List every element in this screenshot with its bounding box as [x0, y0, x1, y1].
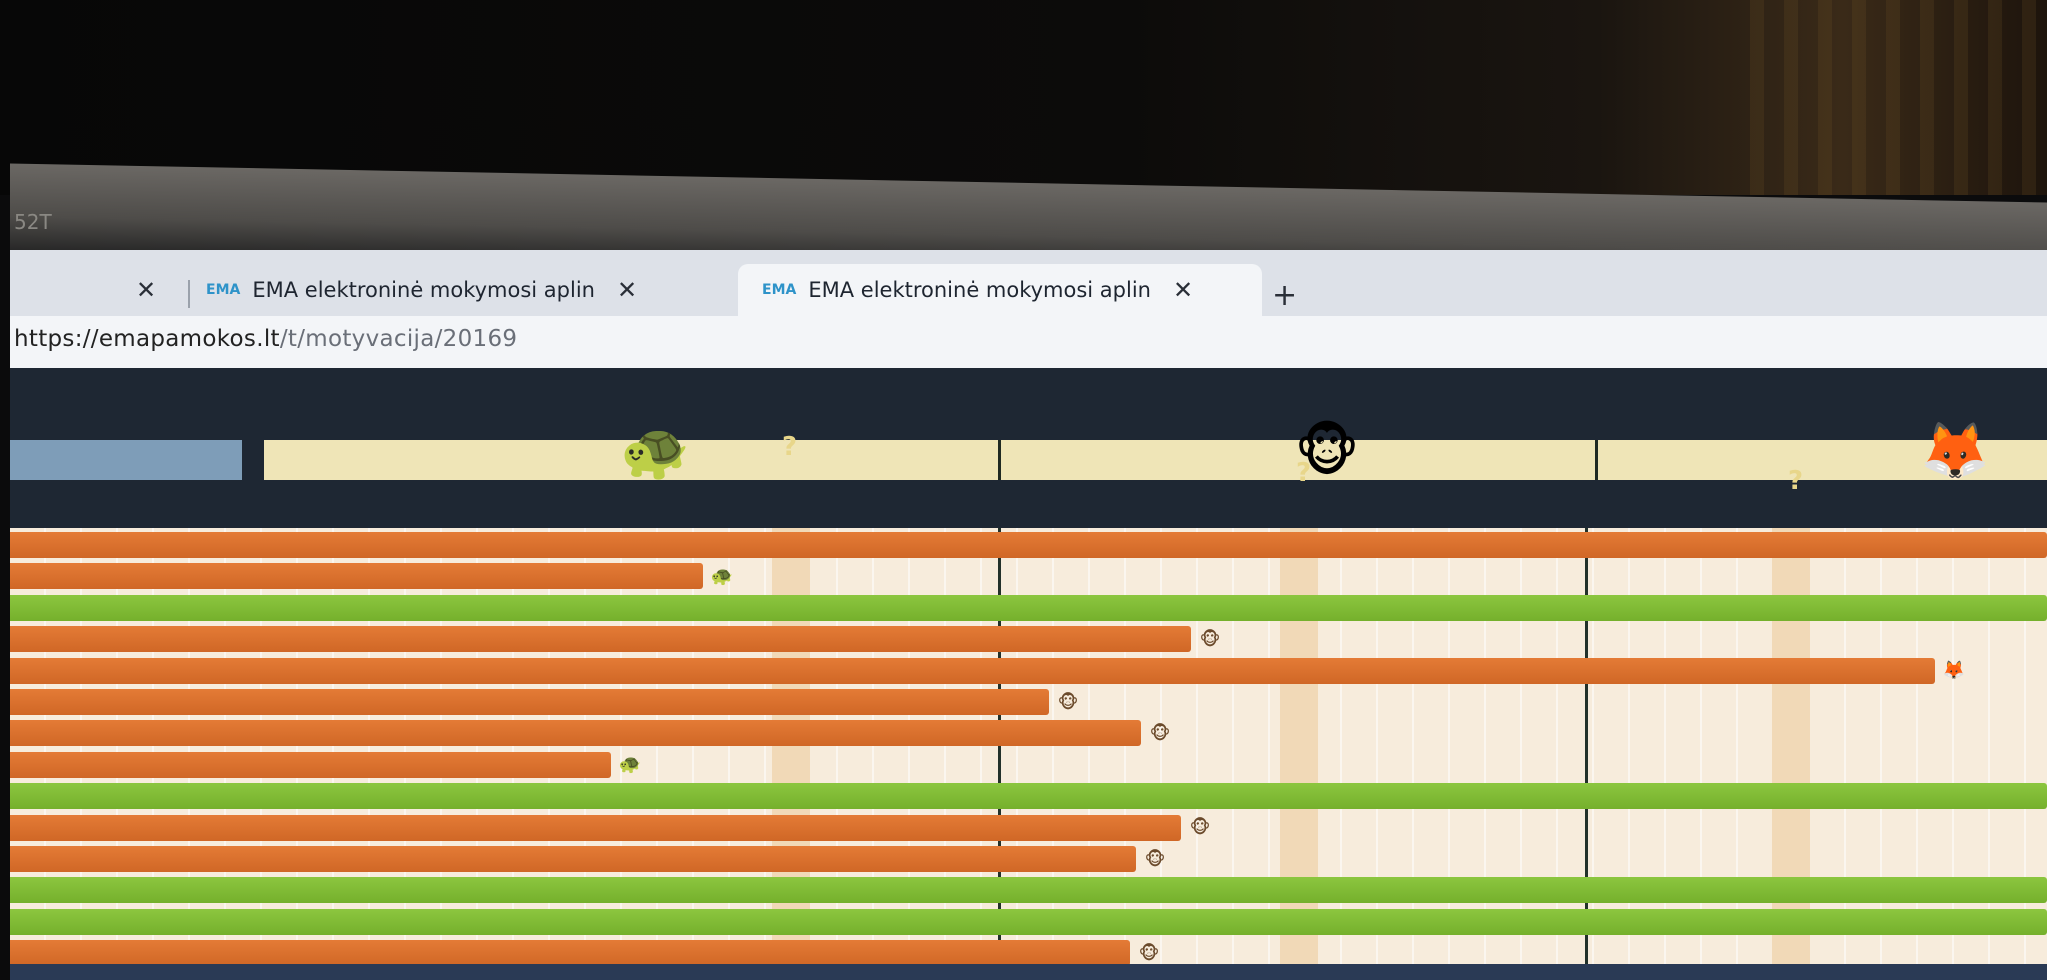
monkey-icon: 🐵: [1199, 628, 1221, 650]
close-icon[interactable]: ✕: [1173, 276, 1193, 304]
monkey-icon: 🐵: [1138, 942, 1160, 964]
monkey-icon: 🐵: [1057, 691, 1079, 713]
turtle-icon: 🐢: [710, 565, 734, 587]
tab-title: EMA elektroninė mokymosi aplin: [252, 278, 595, 302]
fox-icon[interactable]: 🦊: [1910, 418, 2000, 484]
tab-ema-2[interactable]: EMA EMA elektroninė mokymosi aplin ✕: [738, 264, 1262, 316]
tab-ema-1[interactable]: EMA EMA elektroninė mokymosi aplin ✕: [206, 264, 716, 316]
tab-strip: ✕ EMA EMA elektroninė mokymosi aplin ✕ E…: [10, 250, 2047, 316]
tab-separator: [188, 280, 190, 308]
student-progress-grid: 🐢 🐵 🦊 🐵 🐵 🐢 🐵 🐵 🐵: [10, 528, 2047, 967]
milestone-divider: [998, 440, 1001, 480]
close-icon[interactable]: ✕: [136, 276, 156, 304]
turtle-icon: 🐢: [618, 754, 642, 776]
student-progress-bar[interactable]: [10, 783, 2047, 810]
page-bottom-bar: [10, 964, 2047, 980]
student-progress-bar[interactable]: [10, 689, 1049, 715]
monkey-icon: 🐵: [1189, 817, 1211, 839]
student-progress-bar[interactable]: [10, 940, 1130, 967]
student-progress-bar[interactable]: [10, 563, 703, 590]
student-progress-bar[interactable]: [10, 814, 1181, 841]
new-tab-button[interactable]: +: [1272, 278, 1297, 313]
student-progress-bar[interactable]: [10, 626, 1191, 653]
url-path: /t/motyvacija/20169: [279, 326, 518, 352]
milestone-question-mark[interactable]: ?: [782, 432, 797, 462]
student-progress-bar[interactable]: [10, 877, 2047, 904]
student-progress-bar[interactable]: [10, 594, 2047, 621]
monitor-model-label: 52T: [14, 210, 52, 234]
monkey-icon: 🐵: [1144, 848, 1166, 870]
student-progress-bar[interactable]: [10, 720, 1141, 747]
student-progress-bar[interactable]: [10, 751, 611, 778]
milestone-question-mark[interactable]: ?: [1788, 466, 1803, 496]
student-progress-bar[interactable]: [10, 532, 2047, 558]
milestone-divider: [1595, 440, 1598, 480]
student-progress-bar[interactable]: [10, 657, 1935, 684]
background-window-light: [1750, 0, 2047, 195]
close-icon[interactable]: ✕: [617, 276, 637, 304]
ema-favicon-icon: EMA: [206, 282, 241, 298]
class-progress-track: 🐢 🐵 🦊: [10, 419, 2047, 494]
student-progress-bar[interactable]: [10, 846, 1136, 872]
url-text[interactable]: https://emapamokos.lt/t/motyvacija/20169: [14, 326, 517, 352]
motivation-page: 🐢 🐵 🦊 ? ? ? 🐢 🐵 🦊 🐵 🐵 🐢 🐵 🐵 🐵: [10, 368, 2047, 980]
fox-icon: 🦊: [1942, 660, 1966, 682]
url-host: https://emapamokos.lt: [14, 326, 280, 352]
monkey-icon: 🐵: [1149, 722, 1171, 744]
ema-favicon-icon: EMA: [762, 282, 797, 298]
background-room: [0, 0, 2047, 195]
turtle-icon[interactable]: 🐢: [610, 418, 700, 484]
progress-start-segment: [10, 440, 242, 480]
browser-window: ✕ EMA EMA elektroninė mokymosi aplin ✕ E…: [10, 250, 2047, 980]
address-bar[interactable]: https://emapamokos.lt/t/motyvacija/20169: [10, 316, 2047, 370]
tab-title: EMA elektroninė mokymosi aplin: [808, 278, 1151, 302]
student-progress-bar[interactable]: [10, 908, 2047, 935]
progress-track: [264, 440, 2047, 480]
milestone-question-mark[interactable]: ?: [1296, 458, 1311, 488]
